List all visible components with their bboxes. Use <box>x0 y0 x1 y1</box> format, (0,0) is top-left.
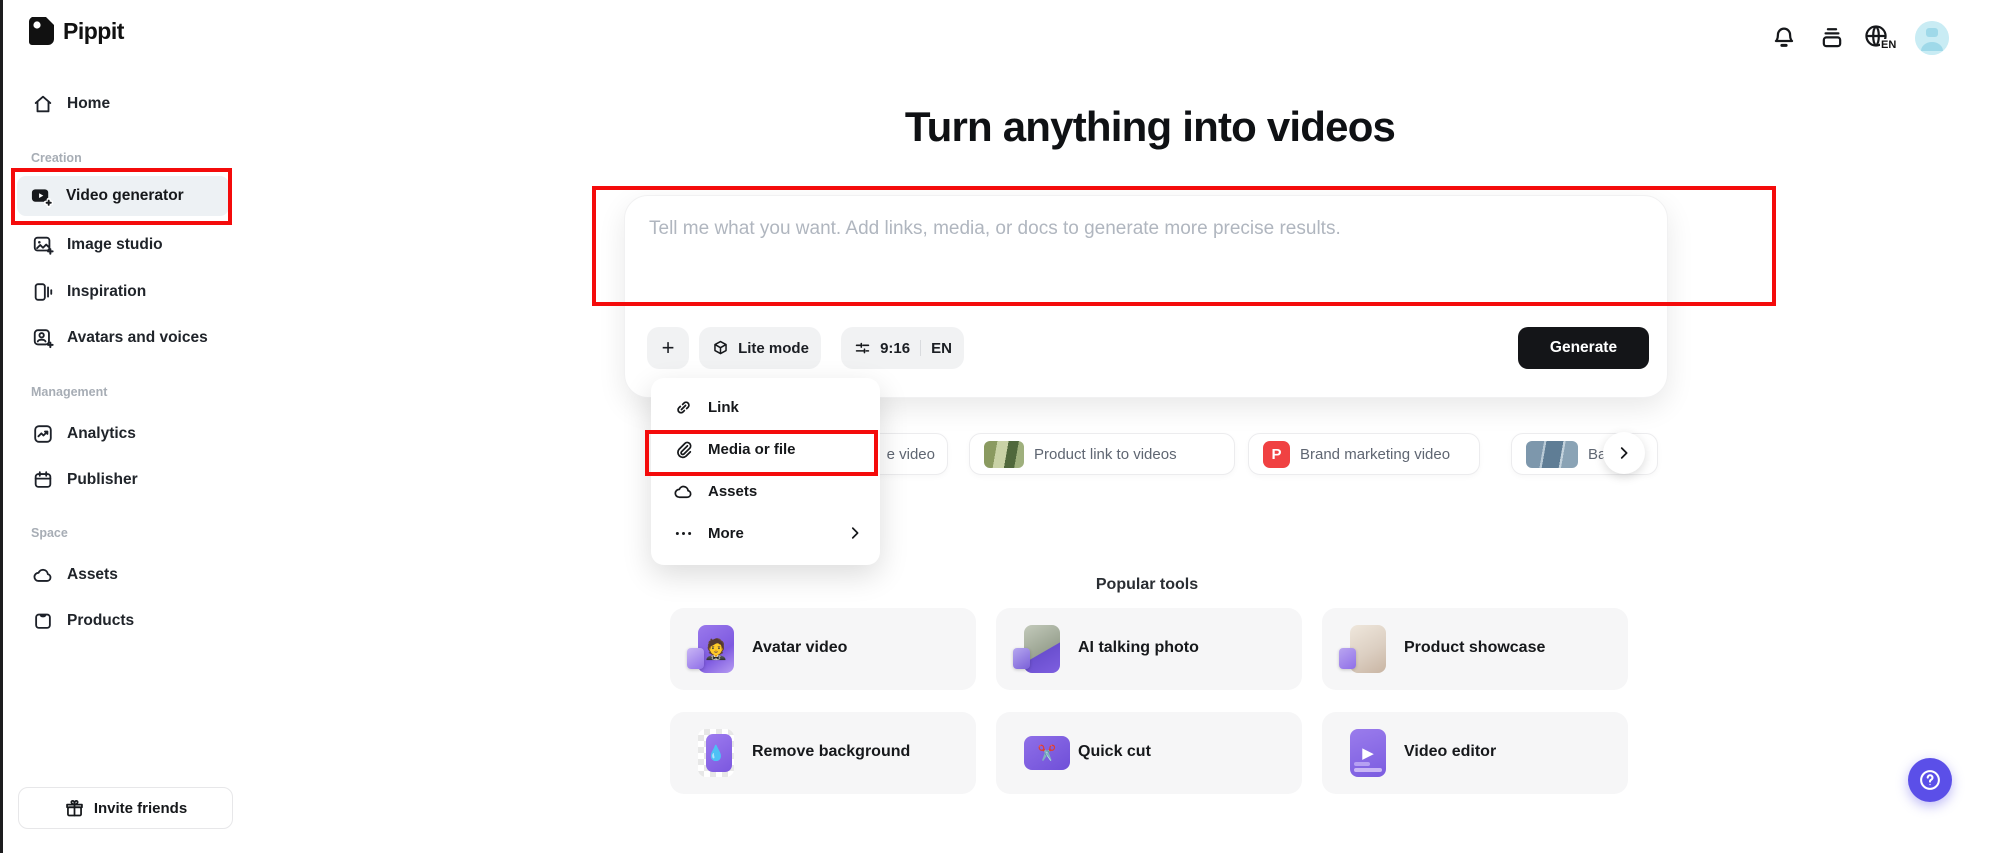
tool-card-label: Video editor <box>1404 743 1497 760</box>
sidebar-item-label: Products <box>67 612 135 629</box>
add-attachment-button[interactable]: + <box>647 327 689 369</box>
section-label-space: Space <box>31 526 68 540</box>
menu-item-label: Link <box>708 398 739 416</box>
video-generator-icon <box>30 185 53 208</box>
aspect-ratio-label: 9:16 <box>880 339 911 357</box>
chevron-right-icon <box>846 524 864 542</box>
suggestion-chip-brand-marketing-video[interactable]: P Brand marketing video <box>1248 433 1480 475</box>
tool-card-quick-cut[interactable]: ✂️ Quick cut <box>996 712 1302 794</box>
sidebar-item-label: Image studio <box>67 236 163 253</box>
cube-icon <box>711 339 730 358</box>
invite-friends-button[interactable]: Invite friends <box>18 787 233 829</box>
menu-item-assets[interactable]: Assets <box>651 470 880 512</box>
sidebar-item-assets[interactable]: Assets <box>3 559 235 591</box>
cloud-icon <box>32 564 54 586</box>
sidebar-item-avatars-and-voices[interactable]: Avatars and voices <box>3 322 235 354</box>
lite-mode-label: Lite mode <box>738 339 809 357</box>
sidebar-item-label: Assets <box>67 566 118 583</box>
pippit-logo-icon <box>28 16 55 46</box>
avatar-video-thumbnail-small <box>687 648 704 669</box>
sidebar-item-label: Publisher <box>67 471 138 488</box>
analytics-icon <box>32 423 54 445</box>
publisher-icon <box>32 469 54 491</box>
sidebar-item-label: Avatars and voices <box>67 329 208 346</box>
suggestion-label: Product link to videos <box>1034 445 1177 463</box>
menu-item-label: Media or file <box>708 440 796 458</box>
generate-button[interactable]: Generate <box>1518 327 1649 369</box>
tool-card-video-editor[interactable]: ▶ Video editor <box>1322 712 1628 794</box>
sidebar-item-label: Video generator <box>66 187 184 204</box>
video-editor-thumbnail: ▶ <box>1350 729 1386 777</box>
sidebar-item-video-generator[interactable]: Video generator <box>17 176 229 216</box>
menu-item-label: Assets <box>708 482 758 500</box>
suggestion-label: Brand marketing video <box>1300 445 1451 463</box>
image-studio-icon <box>32 234 54 256</box>
page-title: Turn anything into videos <box>904 103 1396 150</box>
popular-tools-title: Popular tools <box>1095 576 1199 593</box>
inspiration-icon <box>32 281 54 303</box>
app-title: Pippit <box>63 17 124 44</box>
ellipsis-icon <box>673 523 694 544</box>
output-language-label: EN <box>931 339 952 357</box>
tool-card-ai-talking-photo[interactable]: AI talking photo <box>996 608 1302 690</box>
home-icon <box>32 93 54 115</box>
sidebar-item-home[interactable]: Home <box>3 88 235 120</box>
tool-card-label: Avatar video <box>752 639 848 656</box>
menu-item-media-or-file[interactable]: Media or file <box>651 428 880 470</box>
attach-menu: Link Media or file Assets More <box>651 378 880 565</box>
suggestion-label: e video <box>886 445 935 463</box>
tool-card-label: Quick cut <box>1078 743 1151 760</box>
gift-icon <box>64 798 85 819</box>
cloud-icon <box>673 481 694 502</box>
suggestions-next-button[interactable] <box>1603 432 1645 474</box>
paperclip-icon <box>673 439 694 460</box>
prompt-input[interactable] <box>649 218 1645 308</box>
product-showcase-thumbnail-small <box>1339 648 1356 669</box>
app-logo[interactable]: Pippit <box>28 16 124 46</box>
quick-cut-thumbnail: ✂️ <box>1024 736 1070 770</box>
remove-background-thumbnail: 💧 <box>698 729 734 777</box>
divider <box>920 340 922 356</box>
suggestion-thumbnail <box>1526 440 1578 468</box>
notification-bell-icon[interactable] <box>1770 24 1798 52</box>
tool-card-avatar-video[interactable]: 🤵 Avatar video <box>670 608 976 690</box>
tool-card-product-showcase[interactable]: Product showcase <box>1322 608 1628 690</box>
tool-card-label: AI talking photo <box>1078 639 1199 656</box>
menu-item-more[interactable]: More <box>651 512 880 554</box>
section-label-creation: Creation <box>31 151 82 165</box>
avatars-icon <box>32 327 54 349</box>
help-button[interactable] <box>1908 758 1952 802</box>
ai-talking-photo-thumbnail-small <box>1013 648 1030 669</box>
tool-card-label: Remove background <box>752 743 911 760</box>
sidebar-item-image-studio[interactable]: Image studio <box>3 229 235 261</box>
prompt-card: + Lite mode 9:16 EN Generate <box>624 195 1668 398</box>
menu-item-label: More <box>708 524 744 542</box>
section-label-management: Management <box>31 385 108 399</box>
lite-mode-button[interactable]: Lite mode <box>699 327 821 369</box>
tool-card-remove-background[interactable]: 💧 Remove background <box>670 712 976 794</box>
user-avatar[interactable] <box>1915 21 1949 55</box>
product-video-thumbnail <box>984 440 1024 468</box>
suggestion-chip-product-link-to-videos[interactable]: Product link to videos <box>969 433 1235 475</box>
sidebar-item-products[interactable]: Products <box>3 605 235 637</box>
sidebar: Pippit Home Creation Video generator Ima… <box>3 0 235 853</box>
language-label: EN <box>1880 39 1898 51</box>
products-icon <box>32 610 54 632</box>
sidebar-item-label: Analytics <box>67 425 136 442</box>
menu-item-link[interactable]: Link <box>651 386 880 428</box>
card-stack-icon[interactable] <box>1818 24 1846 52</box>
pinterest-p-badge: P <box>1263 440 1290 468</box>
sidebar-item-inspiration[interactable]: Inspiration <box>3 276 235 308</box>
app-window: Pippit Home Creation Video generator Ima… <box>0 0 2003 853</box>
tool-card-label: Product showcase <box>1404 639 1546 656</box>
aspect-ratio-language-button[interactable]: 9:16 EN <box>841 327 964 369</box>
sliders-icon <box>853 339 872 358</box>
sidebar-item-publisher[interactable]: Publisher <box>3 464 235 496</box>
language-selector[interactable]: EN <box>1862 22 1906 56</box>
invite-friends-label: Invite friends <box>93 799 188 817</box>
sidebar-item-label: Inspiration <box>67 283 147 300</box>
sidebar-item-label: Home <box>67 95 111 112</box>
sidebar-item-analytics[interactable]: Analytics <box>3 418 235 450</box>
link-icon <box>673 397 694 418</box>
